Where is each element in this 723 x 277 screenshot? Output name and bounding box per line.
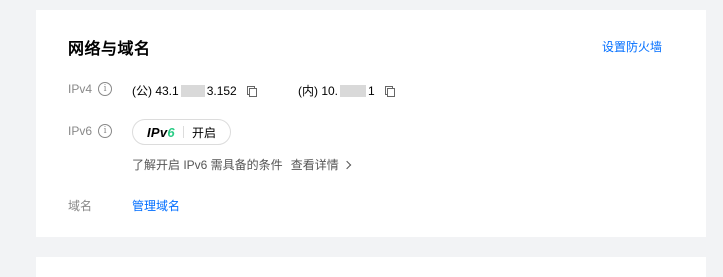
network-domain-card: 网络与域名 设置防火墙 IPv4 i (公) 43.1 3.152 (内) 10… [36, 10, 706, 237]
domain-label: 域名 [68, 199, 93, 213]
card-title: 网络与域名 [68, 41, 151, 58]
manage-domain-link[interactable]: 管理域名 [132, 197, 180, 214]
enable-ipv6-button[interactable]: IPv6 开启 [132, 119, 231, 145]
pill-divider [182, 126, 184, 138]
domain-label-group: 域名 [68, 197, 92, 214]
set-firewall-link[interactable]: 设置防火墙 [602, 38, 662, 55]
ipv4-label: IPv4 [68, 82, 93, 96]
private-ip: (内) 10. 1 [298, 82, 395, 99]
ipv6-hint-text: 了解开启 IPv6 需具备的条件 [132, 158, 283, 172]
private-ip-suffix: 1 [368, 83, 375, 98]
masked-segment [340, 84, 367, 97]
info-icon[interactable]: i [98, 82, 113, 96]
info-icon[interactable]: i [98, 124, 113, 138]
private-ip-prefix: (内) 10. [298, 84, 339, 98]
copy-icon[interactable] [384, 85, 395, 97]
masked-segment [180, 84, 205, 97]
ipv6-logo: IPv6 [147, 124, 175, 140]
public-ip: (公) 43.1 3.152 [132, 82, 257, 99]
public-ip-prefix: (公) 43.1 [132, 84, 179, 98]
view-details-label: 查看详情 [290, 158, 339, 172]
enable-ipv6-label: 开启 [191, 125, 216, 140]
chevron-right-icon [342, 160, 351, 169]
copy-icon[interactable] [246, 85, 257, 97]
ipv6-hint: 了解开启 IPv6 需具备的条件 查看详情 [132, 156, 351, 173]
ipv4-label-group: IPv4 i [68, 82, 113, 96]
view-details-link[interactable]: 查看详情 [290, 156, 351, 173]
next-card [36, 257, 706, 277]
ipv6-label: IPv6 [68, 124, 93, 138]
public-ip-suffix: 3.152 [206, 83, 237, 98]
ipv6-label-group: IPv6 i [68, 124, 113, 138]
